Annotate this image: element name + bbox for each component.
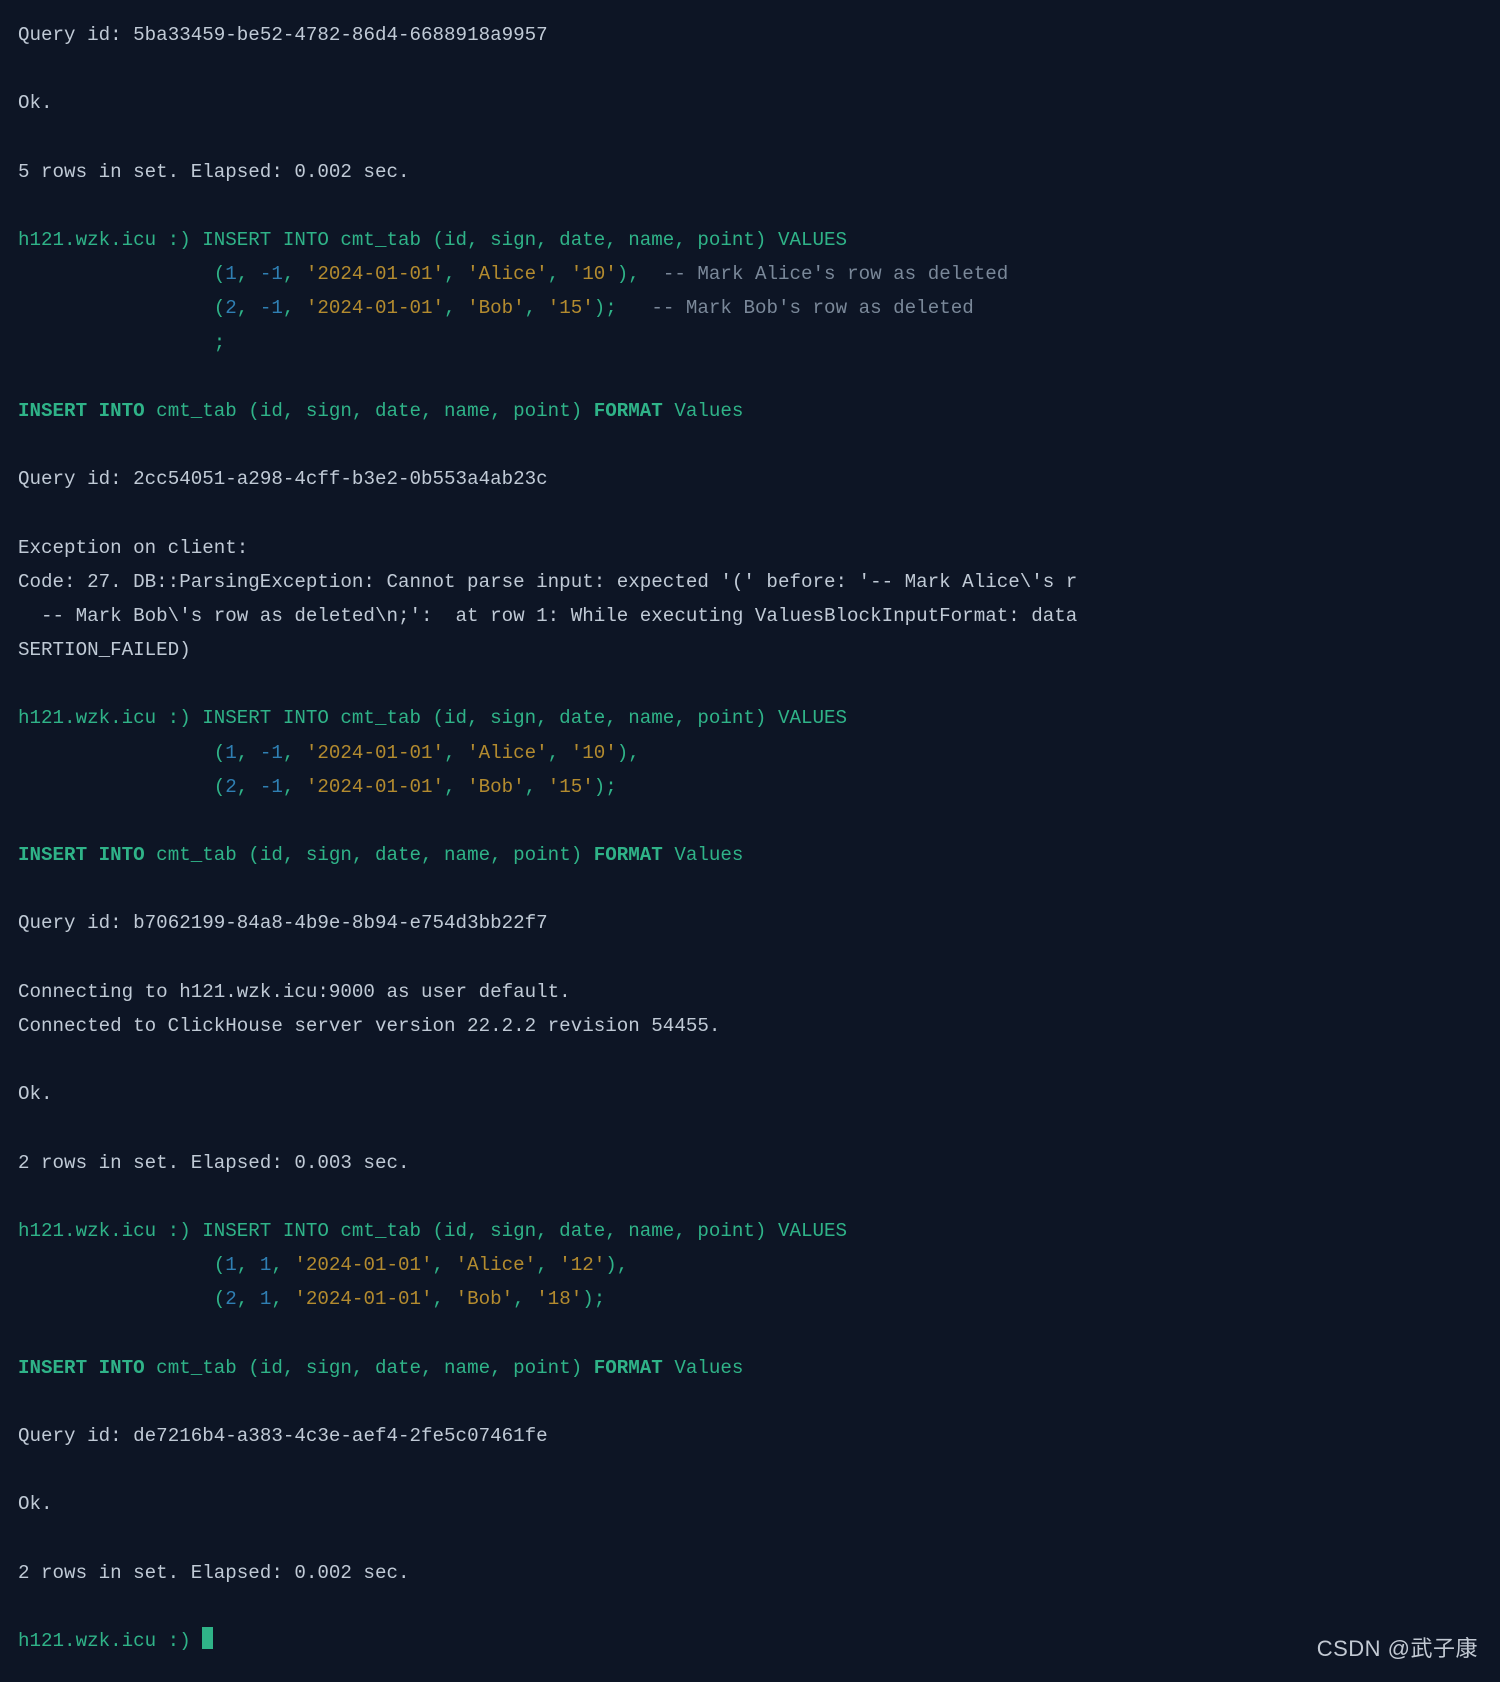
- sql-comment: -- Mark Bob's row as deleted: [651, 297, 973, 319]
- terminal-output[interactable]: Query id: 5ba33459-be52-4782-86d4-668891…: [0, 0, 1500, 1682]
- sql-input: INSERT INTO cmt_tab (id, sign, date, nam…: [202, 707, 847, 729]
- connected-line: Connected to ClickHouse server version 2…: [18, 1015, 720, 1037]
- ok-line: Ok.: [18, 92, 53, 114]
- exception-header: Exception on client:: [18, 537, 248, 559]
- exception-body: -- Mark Bob\'s row as deleted\n;': at ro…: [18, 605, 1077, 627]
- prompt: h121.wzk.icu :): [18, 1630, 202, 1652]
- rows-summary: 5 rows in set. Elapsed: 0.002 sec.: [18, 161, 410, 183]
- query-id-line: Query id: 2cc54051-a298-4cff-b3e2-0b553a…: [18, 468, 548, 490]
- exception-body: Code: 27. DB::ParsingException: Cannot p…: [18, 571, 1077, 593]
- rows-summary: 2 rows in set. Elapsed: 0.003 sec.: [18, 1152, 410, 1174]
- echo-sql: INSERT INTO: [18, 400, 145, 422]
- connecting-line: Connecting to h121.wzk.icu:9000 as user …: [18, 981, 571, 1003]
- query-id-line: Query id: 5ba33459-be52-4782-86d4-668891…: [18, 24, 548, 46]
- sql-input: INSERT INTO cmt_tab (id, sign, date, nam…: [202, 1220, 847, 1242]
- prompt: h121.wzk.icu :): [18, 707, 202, 729]
- prompt: h121.wzk.icu :): [18, 1220, 202, 1242]
- query-id-line: Query id: b7062199-84a8-4b9e-8b94-e754d3…: [18, 912, 548, 934]
- prompt: h121.wzk.icu :): [18, 229, 202, 251]
- sql-comment: -- Mark Alice's row as deleted: [663, 263, 1008, 285]
- echo-sql: INSERT INTO: [18, 844, 145, 866]
- sql-input: INSERT INTO cmt_tab (id, sign, date, nam…: [202, 229, 847, 251]
- rows-summary: 2 rows in set. Elapsed: 0.002 sec.: [18, 1562, 410, 1584]
- watermark-label: CSDN @武子康: [1317, 1629, 1478, 1668]
- ok-line: Ok.: [18, 1083, 53, 1105]
- echo-sql: INSERT INTO: [18, 1357, 145, 1379]
- query-id-line: Query id: de7216b4-a383-4c3e-aef4-2fe5c0…: [18, 1425, 548, 1447]
- exception-body: SERTION_FAILED): [18, 639, 191, 661]
- ok-line: Ok.: [18, 1493, 53, 1515]
